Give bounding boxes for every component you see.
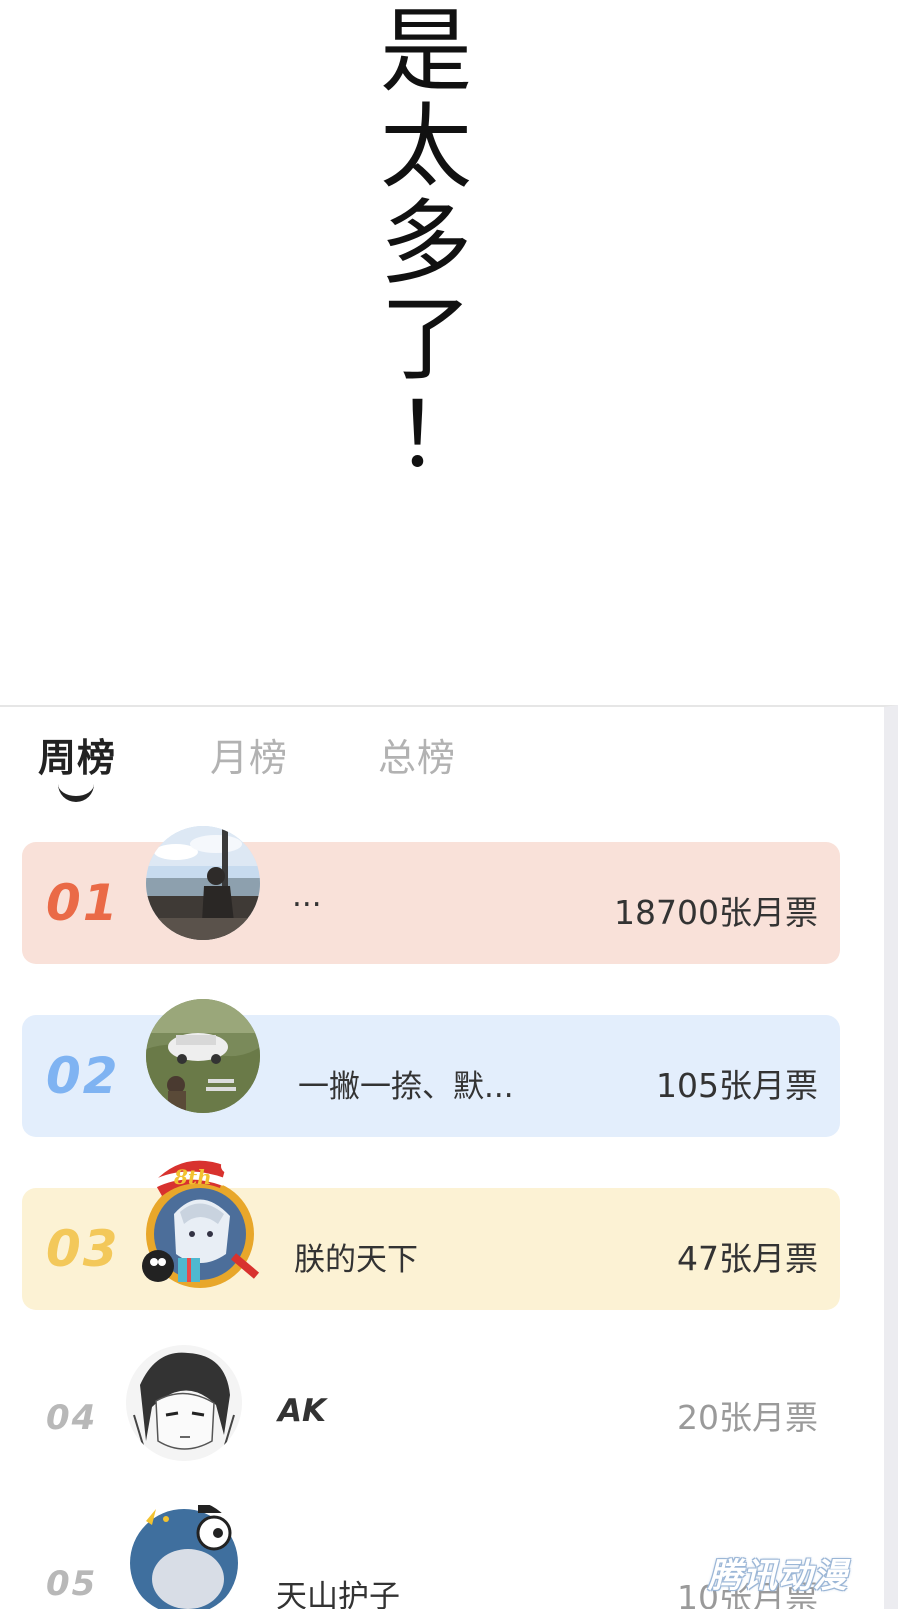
rank-number: 02 bbox=[46, 1047, 120, 1105]
speech-text: 是 太 多 了 ！ bbox=[378, 0, 485, 484]
avatar[interactable] bbox=[126, 1345, 242, 1461]
rank-row-4[interactable]: 04 AK 20张月票 bbox=[22, 1345, 840, 1469]
rank-row-3[interactable]: 03 8th 朕的天下 47张月票 bbox=[22, 1159, 840, 1310]
user-name: ... bbox=[292, 878, 322, 914]
ticket-count: 105张月票 bbox=[656, 1066, 818, 1105]
ticket-count: 20张月票 bbox=[677, 1398, 818, 1437]
user-name: 朕的天下 bbox=[294, 1242, 418, 1278]
speech-char: 了 bbox=[379, 286, 472, 393]
leaderboard-screenshot: 周榜 月榜 总榜 01 ... 18700张月票 02 一撇一捺、默... 10… bbox=[0, 705, 898, 1609]
comic-panel: 是 太 多 了 ！ bbox=[0, 0, 900, 705]
speech-char: 是 bbox=[379, 0, 472, 105]
rank-number: 04 bbox=[46, 1398, 98, 1438]
avatar[interactable] bbox=[126, 1499, 242, 1609]
user-name: 一撇一捺、默... bbox=[298, 1069, 514, 1105]
tab-total[interactable]: 总榜 bbox=[378, 727, 456, 782]
speech-char: 太 bbox=[379, 94, 472, 201]
rank-number: 03 bbox=[46, 1220, 120, 1278]
rank-row-2[interactable]: 02 一撇一捺、默... 105张月票 bbox=[22, 999, 840, 1137]
ticket-count: 18700张月票 bbox=[614, 893, 818, 932]
avatar-with-frame[interactable]: 8th bbox=[134, 1154, 266, 1294]
rank-number: 05 bbox=[46, 1564, 98, 1604]
speech-char: ！ bbox=[395, 383, 485, 488]
tab-monthly[interactable]: 月榜 bbox=[210, 727, 288, 782]
rank-number: 01 bbox=[46, 874, 120, 932]
avatar[interactable] bbox=[146, 826, 260, 940]
svg-text:8th: 8th bbox=[173, 1165, 212, 1189]
user-name: AK bbox=[278, 1393, 327, 1429]
ticket-count: 47张月票 bbox=[677, 1239, 818, 1278]
avatar[interactable] bbox=[146, 999, 260, 1113]
tab-weekly[interactable]: 周榜 bbox=[38, 727, 116, 782]
user-name: 天山护子 bbox=[276, 1579, 400, 1609]
tab-active-indicator bbox=[58, 780, 94, 802]
watermark-logo: 腾讯动漫 bbox=[708, 1556, 848, 1596]
rank-row-1[interactable]: 01 ... 18700张月票 bbox=[22, 826, 840, 964]
ranking-tabs: 周榜 月榜 总榜 bbox=[38, 727, 538, 807]
speech-char: 多 bbox=[379, 190, 472, 297]
